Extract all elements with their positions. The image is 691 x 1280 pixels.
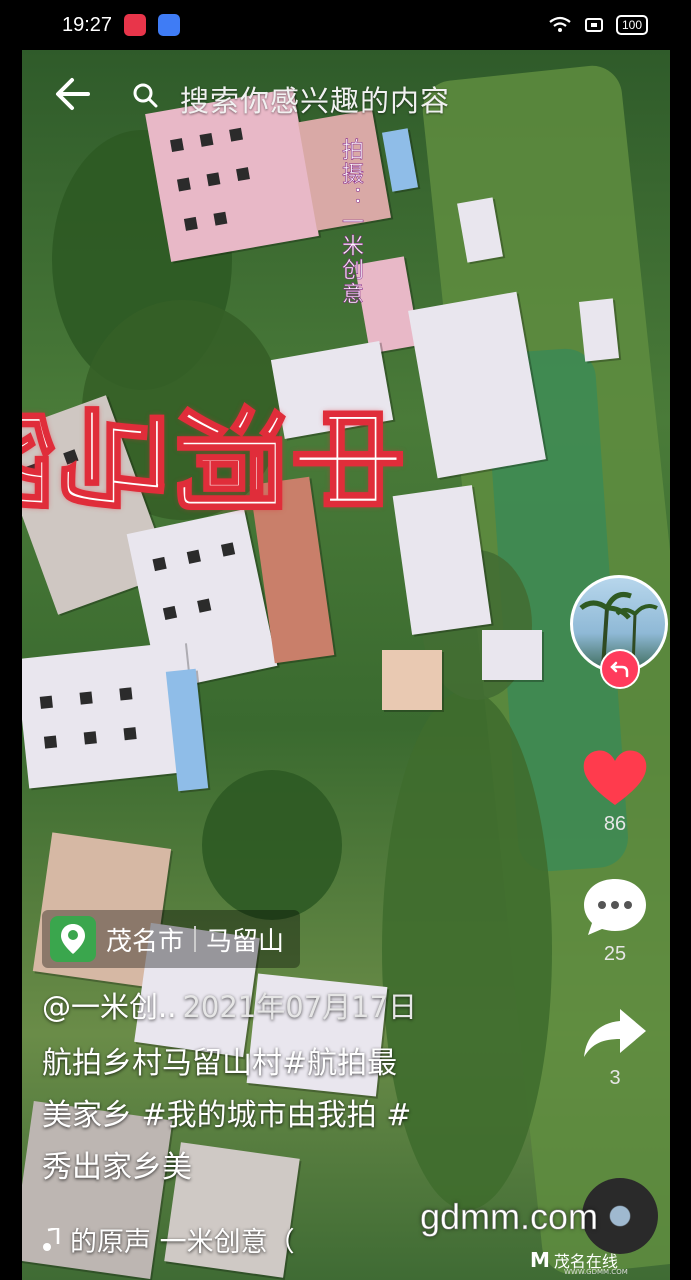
site-watermark: gdmm.com: [420, 1196, 599, 1238]
water-tank: [381, 128, 419, 192]
back-arrow-icon[interactable]: [52, 76, 92, 112]
status-bar: 19:27 100: [22, 0, 670, 50]
status-time: 19:27: [62, 13, 113, 36]
location-pin-icon: [50, 916, 96, 962]
status-right: 100: [548, 15, 648, 35]
photographer-credit: 拍摄：一米创意: [338, 138, 364, 307]
music-title: 的原声 一米创意（: [70, 1227, 295, 1258]
share-count: 3: [609, 1067, 621, 1089]
location-divider: [194, 926, 197, 952]
search-icon[interactable]: [132, 82, 158, 108]
wifi-icon: [549, 16, 571, 32]
like-count: 86: [603, 813, 627, 835]
location-tag[interactable]: 茂名市 马留山: [42, 910, 301, 968]
heart-icon: [583, 750, 647, 805]
message-notification-icon: [158, 14, 181, 36]
building: [482, 630, 542, 680]
author-line: @一米创.. 2021年07月17日: [42, 984, 417, 1026]
follow-button[interactable]: [600, 649, 640, 689]
share-button[interactable]: 3: [572, 1003, 658, 1090]
post-date: 2021年07月17日: [182, 990, 418, 1024]
phone-screen: 19:27 100 搜索你感兴趣的内容 拍摄：一米创意 中洞马 86 25 3 …: [22, 0, 670, 1280]
video-overlay-title: 中洞马留山: [22, 383, 406, 516]
comment-button[interactable]: 25: [572, 875, 658, 966]
post-caption[interactable]: 航拍乡村马留山村#航拍最 美家乡 #我的城市由我拍 # 秀出家乡美: [42, 1038, 512, 1194]
screen-cast-icon: [584, 18, 603, 32]
caption-line: 美家乡 #我的城市由我拍 #: [42, 1098, 412, 1133]
author-name[interactable]: @一米创..: [42, 990, 176, 1024]
top-search-bar: 搜索你感兴趣的内容: [22, 62, 670, 128]
status-left: 19:27: [62, 13, 181, 37]
building: [382, 650, 442, 710]
brand-m-icon: M: [530, 1248, 550, 1272]
caption-line: 秀出家乡美: [42, 1150, 192, 1185]
location-city: 茂名市: [106, 926, 185, 957]
location-place: 马留山: [206, 926, 285, 957]
caption-line: 航拍乡村马留山村#航拍最: [42, 1046, 398, 1081]
brand-sub: WWW.GDMM.COM: [564, 1268, 628, 1276]
search-input[interactable]: 搜索你感兴趣的内容: [180, 78, 450, 120]
like-button[interactable]: 86: [572, 747, 658, 836]
tree-cluster: [202, 770, 342, 920]
return-arrow-icon: [610, 661, 629, 678]
comment-icon: [584, 879, 646, 935]
building: [578, 298, 620, 362]
battery-indicator: 100: [615, 15, 648, 35]
app-notification-icon: [124, 14, 147, 36]
comment-count: 25: [603, 943, 627, 965]
share-icon: [584, 1009, 646, 1057]
brand-logo: M 茂名在线 WWW.GDMM.COM: [530, 1248, 628, 1276]
music-line[interactable]: 的原声 一米创意（: [42, 1220, 295, 1259]
music-note-icon: [43, 1227, 60, 1251]
